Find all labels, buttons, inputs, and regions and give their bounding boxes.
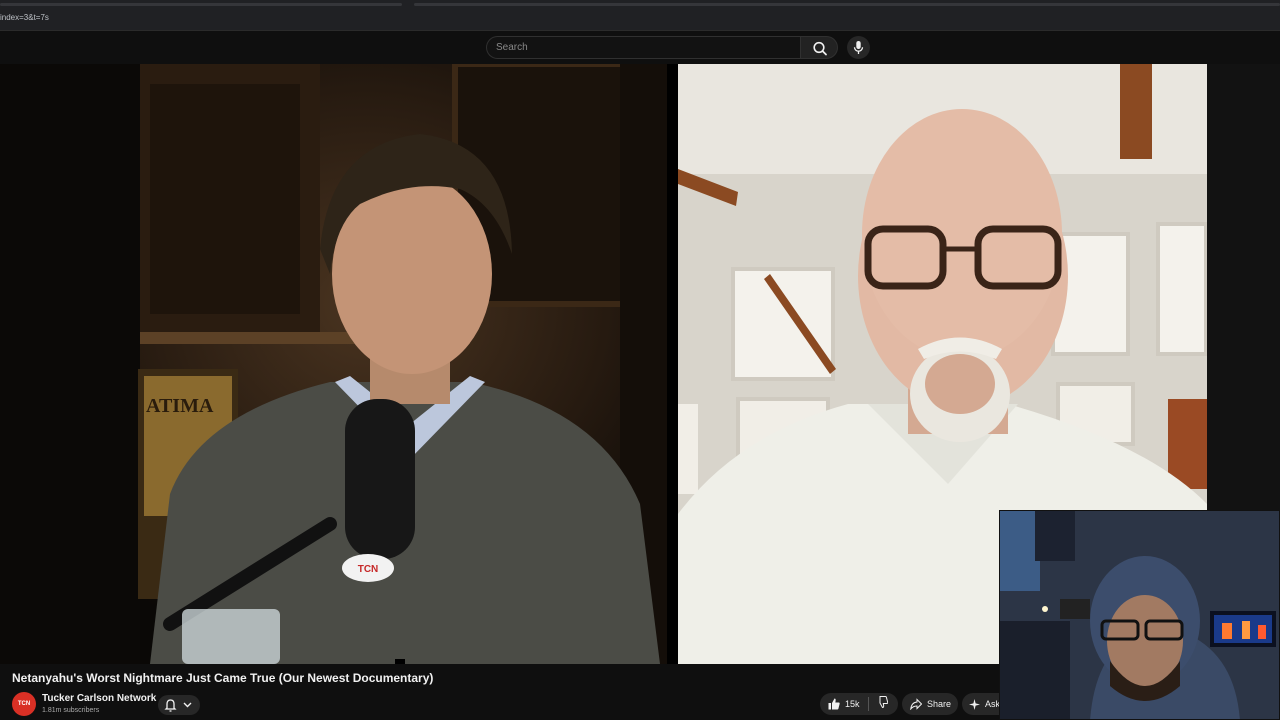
share-label: Share: [927, 699, 952, 709]
like-count: 15k: [845, 699, 860, 709]
share-icon: [910, 698, 922, 710]
youtube-header: Search: [0, 31, 1280, 64]
thumbs-down-icon: [879, 696, 889, 709]
chevron-down-icon: [183, 702, 192, 708]
address-bar-url[interactable]: index=3&t=7s: [0, 13, 49, 22]
webcam-scene-image: [1000, 511, 1279, 719]
video-left-panel: ATIMA TCN: [0, 64, 667, 664]
video-divider: [667, 64, 678, 664]
video-title: Netanyahu's Worst Nightmare Just Came Tr…: [12, 671, 434, 685]
subscriber-count: 1.81m subscribers: [42, 707, 100, 714]
dislike-button[interactable]: [869, 695, 889, 713]
notifications-button[interactable]: [158, 695, 200, 715]
sparkle-icon: [969, 698, 980, 710]
search-input[interactable]: Search: [486, 36, 800, 59]
thumbs-up-icon: [828, 698, 840, 710]
webcam-overlay: [999, 510, 1280, 720]
address-bar[interactable]: index=3&t=7s: [0, 9, 1280, 31]
like-button[interactable]: 15k: [820, 698, 868, 710]
channel-avatar[interactable]: TCN: [12, 692, 36, 716]
search-button[interactable]: [800, 36, 838, 59]
studio-scene-image: ATIMA TCN: [0, 64, 667, 664]
browser-tab[interactable]: [0, 3, 402, 6]
like-dislike-group: 15k: [820, 693, 898, 715]
search-icon: [813, 41, 827, 56]
ask-label: Ask: [985, 699, 1001, 709]
share-button[interactable]: Share: [902, 693, 958, 715]
bell-icon: [164, 699, 192, 712]
tcn-mic-logo: TCN: [358, 564, 379, 575]
browser-tab[interactable]: [414, 3, 1280, 6]
voice-search-button[interactable]: [847, 36, 870, 59]
search-placeholder: Search: [496, 42, 528, 53]
channel-name[interactable]: Tucker Carlson Network: [42, 693, 156, 704]
poster-text: ATIMA: [146, 395, 214, 417]
microphone-icon: [853, 41, 864, 54]
browser-tab-strip: [0, 0, 1280, 9]
